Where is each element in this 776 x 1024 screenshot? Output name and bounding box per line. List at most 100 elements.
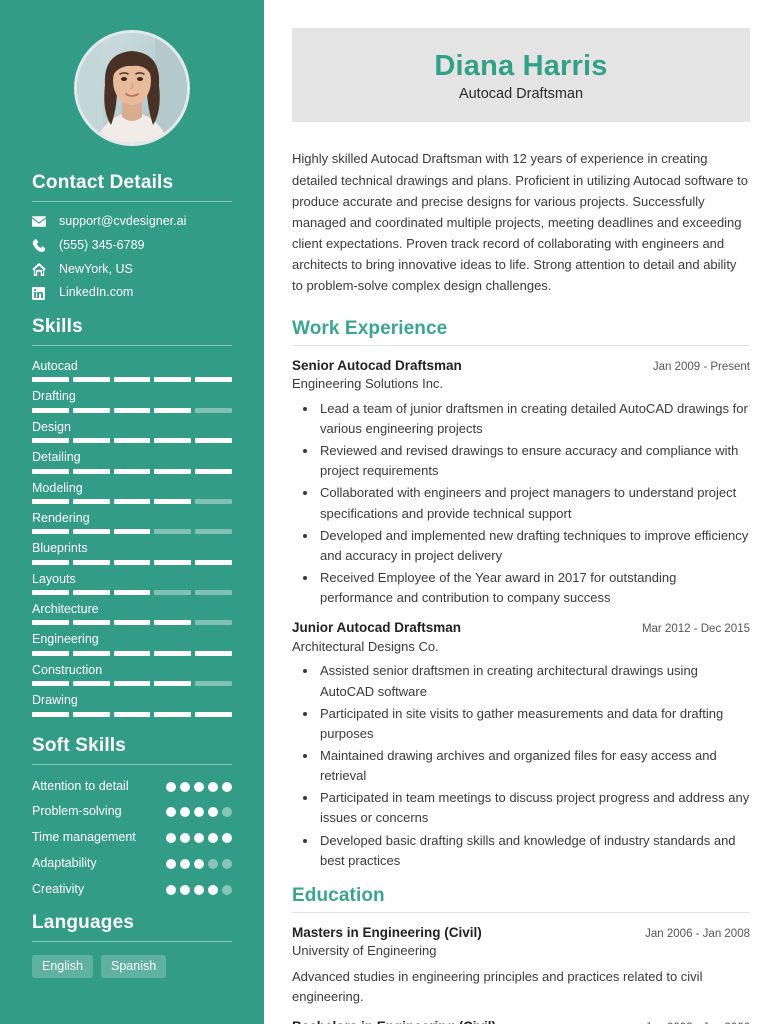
list-item: Participated in site visits to gather me… xyxy=(318,704,750,744)
rating-dot xyxy=(222,807,232,818)
skill-bar-segment xyxy=(32,377,69,383)
skill-label: Blueprints xyxy=(32,541,88,556)
languages-list: English Spanish xyxy=(32,954,232,978)
skill-bar-segment xyxy=(195,498,232,504)
rating-dot xyxy=(208,859,218,870)
rating-dot xyxy=(194,885,204,895)
skill-level-bar xyxy=(32,498,232,504)
language-chip: Spanish xyxy=(101,954,167,978)
skill-bar-segment xyxy=(72,498,110,504)
skill-row: Modeling xyxy=(32,481,232,504)
rating-dot xyxy=(208,833,218,844)
work-entry-bullets: Lead a team of junior draftsmen in creat… xyxy=(292,399,750,608)
skill-bar-segment xyxy=(72,377,110,383)
soft-skill-rating xyxy=(166,881,232,895)
skill-level-bar xyxy=(32,620,232,626)
skill-level-bar xyxy=(32,711,232,717)
skill-bar-segment xyxy=(113,711,151,717)
skill-row: Autocad xyxy=(32,359,232,383)
soft-skill-rating xyxy=(166,803,232,818)
soft-skill-rating xyxy=(166,829,232,844)
education-entry-header: Masters in Engineering (Civil) Jan 2006 -… xyxy=(292,924,750,942)
skill-bar-segment xyxy=(154,681,192,687)
skill-bar-segment xyxy=(195,681,232,687)
job-title: Autocad Draftsman xyxy=(458,86,584,103)
skill-bar-segment xyxy=(72,529,110,535)
soft-skill-label: Adaptability xyxy=(32,856,97,871)
work-entry-title: Junior Autocad Draftsman xyxy=(292,620,462,636)
skill-bar-segment xyxy=(32,681,69,687)
skill-bar-segment xyxy=(72,711,110,717)
work-entry-organization: Architectural Designs Co. xyxy=(292,638,439,654)
skill-bar-segment xyxy=(195,620,232,626)
work-entry-header: Senior Autocad Draftsman Jan 2009 - Prese… xyxy=(292,357,750,375)
skill-bar-segment xyxy=(32,590,69,595)
work-entry-title: Senior Autocad Draftsman xyxy=(292,357,462,373)
skill-bar-segment xyxy=(195,590,232,595)
skill-bar-segment xyxy=(195,559,232,565)
contact-item-phone[interactable]: (555) 345-6789 xyxy=(32,237,232,253)
list-item: Collaborated with engineers and project … xyxy=(318,483,750,523)
education-entry-title: Masters in Engineering (Civil) xyxy=(292,924,482,940)
skills-divider xyxy=(32,345,232,346)
skill-bar-segment xyxy=(72,407,110,413)
skill-row: Drafting xyxy=(32,389,232,413)
skill-bar-segment xyxy=(32,438,69,444)
skill-bar-segment xyxy=(154,407,192,413)
soft-skill-label: Attention to detail xyxy=(32,778,129,793)
home-icon xyxy=(32,262,51,276)
skill-bar-segment xyxy=(113,407,151,413)
soft-skills-divider xyxy=(32,763,232,765)
soft-skills-list: Attention to detail Problem-solving Time m… xyxy=(32,778,232,898)
list-item: Assisted senior draftsmen in creating ar… xyxy=(318,661,750,701)
skill-level-bar xyxy=(32,590,232,595)
skill-bar-segment xyxy=(154,650,192,656)
skill-label: Drafting xyxy=(32,389,76,404)
skill-bar-segment xyxy=(32,468,69,474)
contact-section: Contact Details support@cvdesigner.ai (5… xyxy=(0,172,264,300)
linkedin-icon xyxy=(32,286,51,300)
rating-dot xyxy=(208,807,218,818)
education-section: Education Masters in Engineering (Civil)… xyxy=(292,885,750,1024)
skill-bar-segment xyxy=(113,377,151,383)
rating-dot xyxy=(180,885,190,895)
skill-bar-segment xyxy=(195,468,232,474)
skill-bar-segment xyxy=(72,590,110,595)
skills-heading: Skills xyxy=(32,316,83,337)
skill-bar-segment xyxy=(72,559,110,565)
contact-location-text: NewYork, US xyxy=(59,261,133,276)
rating-dot xyxy=(180,859,190,870)
soft-skill-label: Time management xyxy=(32,830,136,845)
skill-bar-segment xyxy=(32,498,69,504)
education-list: Masters in Engineering (Civil) Jan 2006 -… xyxy=(292,924,750,1024)
languages-heading: Languages xyxy=(32,911,135,933)
skill-level-bar xyxy=(32,468,232,474)
skill-bar-segment xyxy=(72,468,110,474)
skill-label: Drawing xyxy=(32,693,78,708)
work-entry-bullets: Assisted senior draftsmen in creating ar… xyxy=(292,661,750,870)
skill-bar-segment xyxy=(154,529,192,535)
contact-phone-text: (555) 345-6789 xyxy=(59,237,145,252)
contact-item-location[interactable]: NewYork, US xyxy=(32,261,232,277)
contact-email-text: support@cvdesigner.ai xyxy=(59,214,187,228)
skill-bar-segment xyxy=(154,711,192,717)
soft-skill-row: Time management xyxy=(32,829,232,846)
work-entry-header: Junior Autocad Draftsman Mar 2012 - Dec 2… xyxy=(292,619,750,637)
avatar xyxy=(74,30,190,146)
skill-bar-segment xyxy=(195,650,232,656)
contact-item-linkedin[interactable]: LinkedIn.com xyxy=(32,285,232,300)
work-entry: Senior Autocad Draftsman Jan 2009 - Prese… xyxy=(292,357,750,609)
rating-dot xyxy=(166,885,176,895)
skill-bar-segment xyxy=(195,529,232,535)
skills-list: Autocad Drafting Design Detailing Modeling Re… xyxy=(32,359,232,717)
skill-bar-segment xyxy=(113,438,151,444)
rating-dot xyxy=(166,859,176,870)
skill-row: Detailing xyxy=(32,450,232,474)
skill-level-bar xyxy=(32,559,232,565)
rating-dot xyxy=(194,807,204,818)
skill-bar-segment xyxy=(32,650,69,656)
contact-item-email[interactable]: support@cvdesigner.ai xyxy=(32,214,232,229)
skill-bar-segment xyxy=(113,620,151,626)
skill-bar-segment xyxy=(32,407,69,413)
skill-level-bar xyxy=(32,407,232,413)
